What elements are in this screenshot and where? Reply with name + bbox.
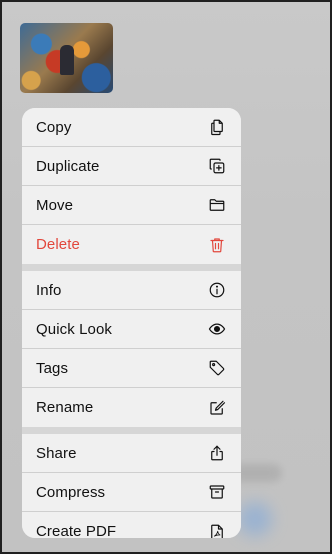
menu-item-copy[interactable]: Copy	[22, 108, 241, 147]
pdf-icon	[207, 522, 227, 538]
copy-icon	[207, 117, 227, 137]
archive-icon	[207, 482, 227, 502]
menu-item-create-pdf[interactable]: Create PDF	[22, 512, 241, 538]
menu-item-info[interactable]: Info	[22, 271, 241, 310]
menu-item-compress[interactable]: Compress	[22, 473, 241, 512]
menu-item-tags[interactable]: Tags	[22, 349, 241, 388]
menu-item-label: Move	[36, 196, 74, 214]
menu-item-label: Delete	[36, 236, 80, 253]
menu-item-label: Create PDF	[36, 523, 117, 538]
menu-item-label: Info	[36, 281, 62, 299]
menu-item-label: Compress	[36, 483, 106, 501]
menu-item-label: Rename	[36, 399, 94, 416]
menu-item-label: Tags	[36, 359, 69, 377]
context-menu: Copy Duplicate Move Delete Info Quick Lo…	[22, 108, 241, 538]
menu-item-delete[interactable]: Delete	[22, 225, 241, 264]
menu-item-move[interactable]: Move	[22, 186, 241, 225]
tag-icon	[207, 358, 227, 378]
rename-icon	[207, 398, 227, 418]
menu-item-label: Share	[36, 444, 77, 462]
menu-item-rename[interactable]: Rename	[22, 388, 241, 427]
trash-icon	[207, 235, 227, 255]
thumbnail-figure	[60, 45, 74, 75]
folder-icon	[207, 195, 227, 215]
share-icon	[207, 443, 227, 463]
menu-item-quick-look[interactable]: Quick Look	[22, 310, 241, 349]
file-thumbnail[interactable]	[20, 23, 113, 93]
menu-item-label: Duplicate	[36, 157, 100, 175]
menu-item-share[interactable]: Share	[22, 434, 241, 473]
duplicate-icon	[207, 156, 227, 176]
info-icon	[207, 280, 227, 300]
blurred-background-button	[238, 502, 272, 536]
screen: Copy Duplicate Move Delete Info Quick Lo…	[0, 0, 332, 554]
menu-section-separator	[22, 427, 241, 434]
eye-icon	[207, 319, 227, 339]
menu-section-separator	[22, 264, 241, 271]
menu-item-label: Quick Look	[36, 320, 113, 338]
menu-item-label: Copy	[36, 118, 72, 136]
menu-item-duplicate[interactable]: Duplicate	[22, 147, 241, 186]
